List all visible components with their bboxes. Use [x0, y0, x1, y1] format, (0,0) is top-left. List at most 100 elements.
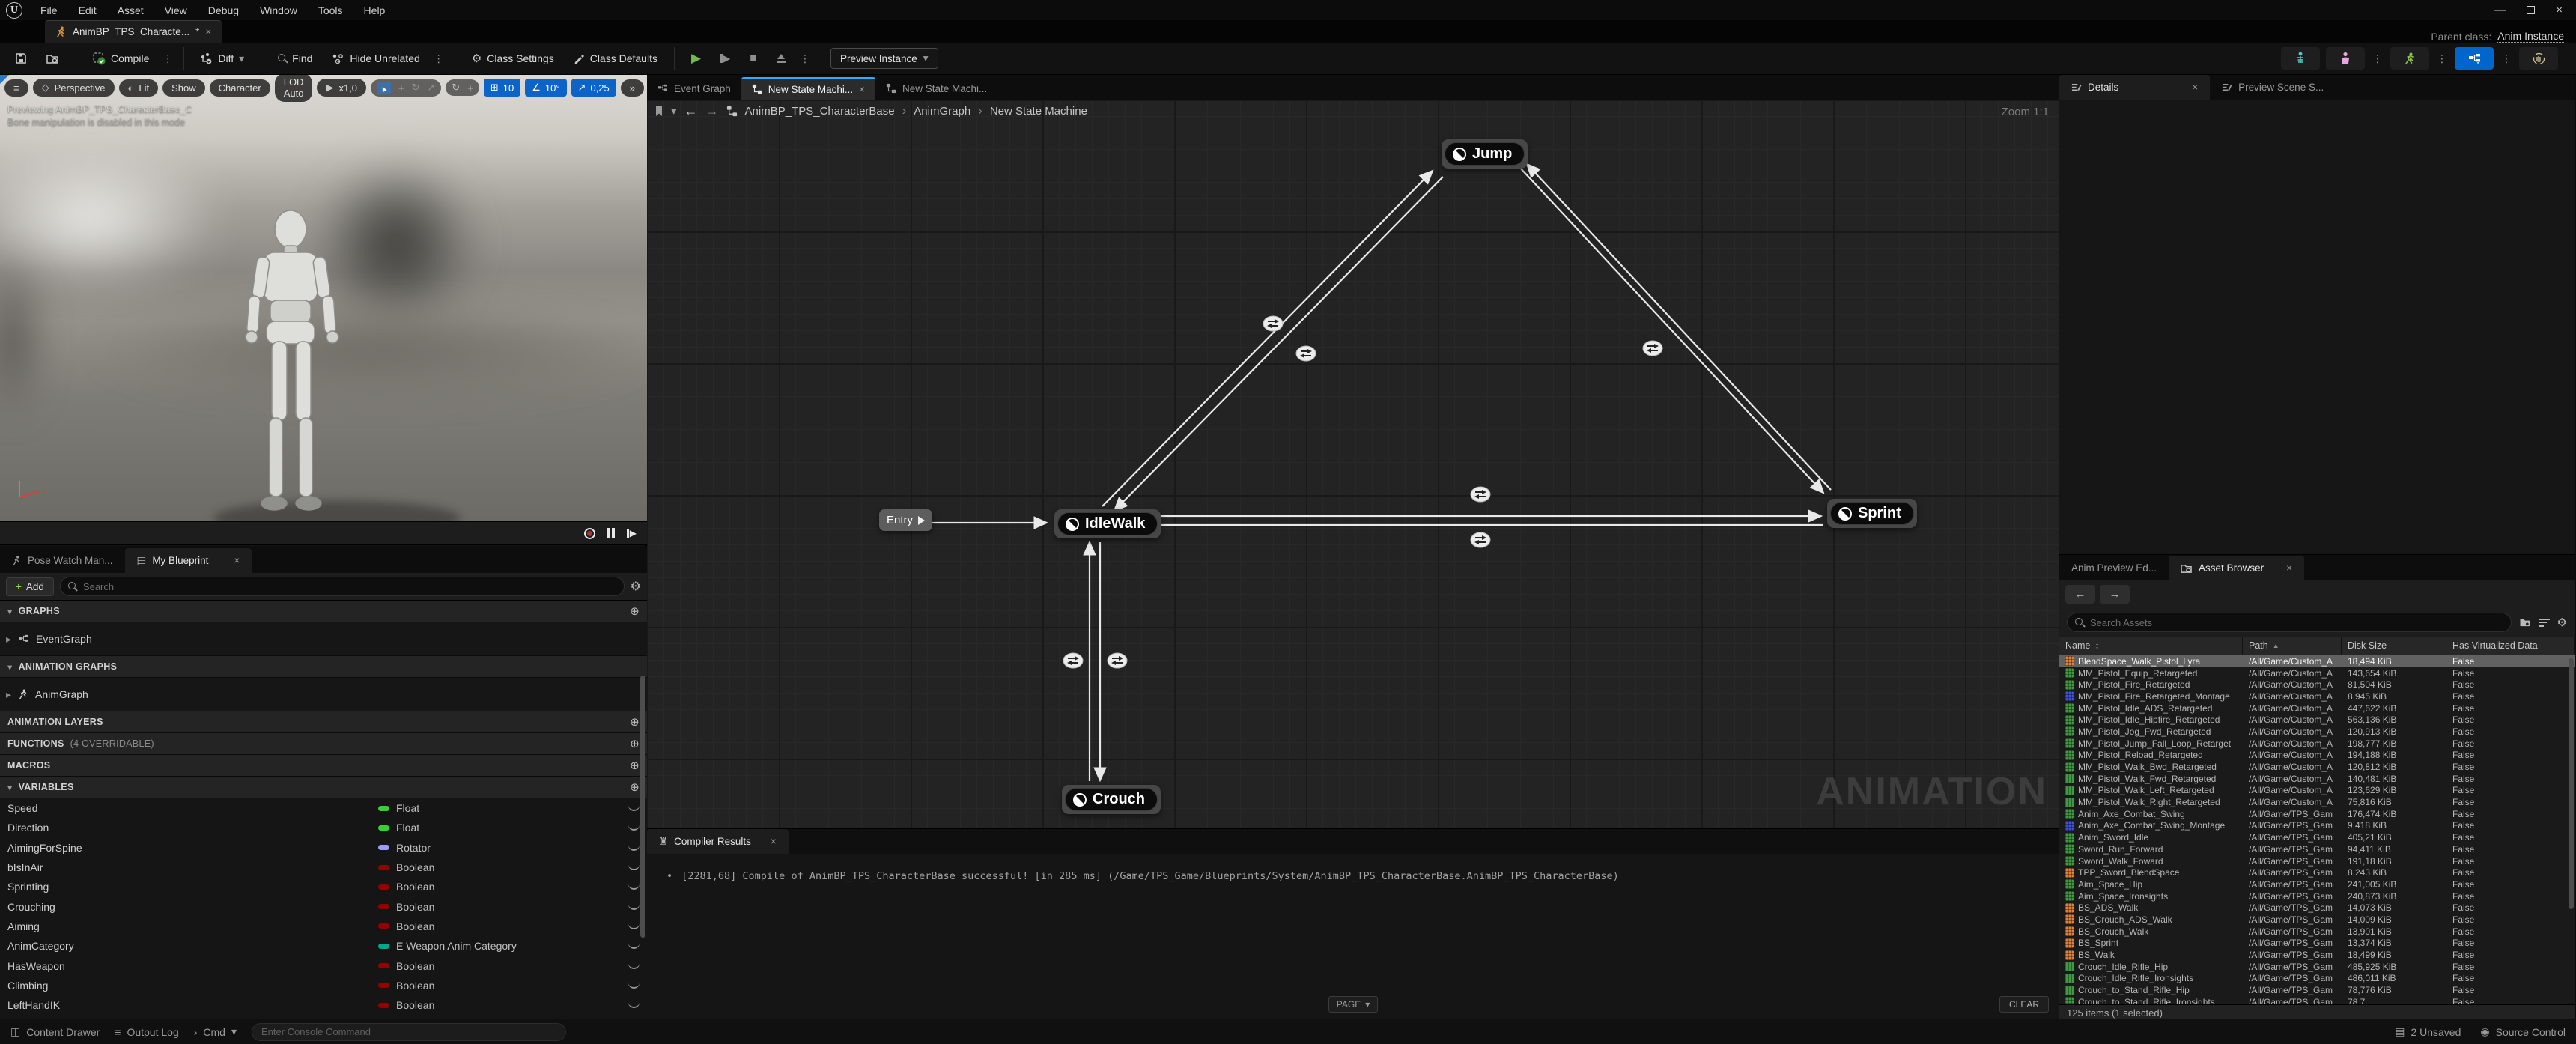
section-variables[interactable]: VARIABLES — [0, 777, 647, 798]
asset-settings-icon[interactable] — [2557, 616, 2567, 629]
expand-icon[interactable] — [6, 633, 11, 646]
output-log-button[interactable]: Output Log — [115, 1026, 178, 1038]
console-command-box[interactable] — [252, 1022, 566, 1041]
close-compiler-results-icon[interactable] — [771, 836, 777, 847]
variable-row[interactable]: Aiming Boolean — [0, 917, 647, 936]
asset-row[interactable]: MM_Pistol_Walk_Right_Retargeted /All/Gam… — [2059, 796, 2575, 808]
rotate-tool-icon[interactable] — [412, 82, 420, 94]
local-space-icon[interactable] — [467, 82, 473, 94]
collapse-icon[interactable] — [7, 782, 13, 793]
section-animation-layers[interactable]: ANIMATION LAYERS — [0, 711, 647, 733]
eye-closed-icon[interactable] — [628, 884, 640, 890]
asset-row[interactable]: Anim_Axe_Combat_Swing /All/Game/TPS_Gam … — [2059, 808, 2575, 820]
expand-icon[interactable] — [6, 688, 11, 701]
tab-compiler-results[interactable]: Compiler Results — [647, 829, 789, 854]
column-header-disk-size[interactable]: Disk Size — [2342, 637, 2446, 655]
preview-viewport[interactable]: Perspective Lit Show Character LOD Auto … — [0, 75, 647, 521]
close-my-blueprint-icon[interactable] — [234, 555, 240, 566]
folder-filter-icon[interactable] — [2519, 617, 2532, 628]
bookmark-caret-icon[interactable] — [671, 104, 677, 118]
cmd-dropdown[interactable]: Cmd — [194, 1025, 237, 1038]
save-button[interactable] — [7, 48, 34, 69]
mesh-editor-button[interactable] — [2326, 47, 2365, 70]
grid-snap-button[interactable]: 10 — [483, 79, 521, 97]
asset-row[interactable]: MM_Pistol_Idle_Hipfire_Retargeted /All/G… — [2059, 714, 2575, 726]
transition-rule-icon[interactable] — [1063, 652, 1084, 669]
state-node-jump[interactable]: Jump — [1442, 139, 1528, 169]
class-settings-button[interactable]: Class Settings — [464, 47, 562, 70]
eject-button[interactable] — [769, 49, 794, 67]
variable-row[interactable]: HasWeapon Boolean — [0, 956, 647, 975]
find-options-icon[interactable] — [432, 49, 446, 68]
rotation-snap-button[interactable]: 10° — [525, 79, 567, 97]
play-options-icon[interactable] — [798, 49, 812, 68]
tab-my-blueprint[interactable]: My Blueprint — [124, 548, 252, 573]
asset-row[interactable]: BlendSpace_Walk_Pistol_Lyra /All/Game/Cu… — [2059, 655, 2575, 667]
source-control-button[interactable]: Source Control — [2480, 1025, 2566, 1038]
menu-item[interactable]: Window — [249, 1, 308, 19]
asset-row[interactable]: MM_Pistol_Idle_ADS_Retargeted /All/Game/… — [2059, 702, 2575, 714]
console-command-input[interactable] — [261, 1026, 556, 1037]
menu-item[interactable]: Tools — [308, 1, 353, 19]
transition-rule-icon[interactable] — [1470, 486, 1491, 503]
eye-closed-icon[interactable] — [628, 864, 640, 871]
eye-closed-icon[interactable] — [628, 904, 640, 910]
variable-row[interactable]: LeftHandIK Boolean — [0, 995, 647, 1015]
state-node-crouch[interactable]: Crouch — [1062, 785, 1161, 814]
variable-row[interactable]: Crouching Boolean — [0, 896, 647, 916]
asset-search-input[interactable] — [2090, 616, 2503, 628]
asset-row[interactable]: MM_Pistol_Fire_Retargeted /All/Game/Cust… — [2059, 679, 2575, 691]
asset-row[interactable]: MM_Pistol_Jog_Fwd_Retargeted /All/Game/C… — [2059, 726, 2575, 738]
record-icon[interactable] — [583, 527, 595, 539]
asset-row[interactable]: MM_Pistol_Jump_Fall_Loop_Retarget /All/G… — [2059, 738, 2575, 750]
select-tool-icon[interactable] — [378, 83, 389, 95]
tab-pose-watch-manager[interactable]: Pose Watch Man... — [0, 548, 125, 573]
asset-row[interactable]: Crouch_to_Stand_Rifle_Hip /All/Game/TPS_… — [2059, 984, 2575, 996]
tab-details[interactable]: Details — [2059, 75, 2211, 100]
asset-row[interactable]: MM_Pistol_Equip_Retargeted /All/Game/Cus… — [2059, 667, 2575, 679]
transition-rule-icon[interactable] — [1263, 315, 1284, 332]
variable-row[interactable]: Direction Float — [0, 818, 647, 837]
state-machine-graph[interactable]: AnimBP_TPS_CharacterBase AnimGraph New S… — [647, 100, 2059, 828]
section-animation-graphs[interactable]: ANIMATION GRAPHS — [0, 656, 647, 678]
compile-options-icon[interactable] — [161, 49, 174, 68]
page-dropdown[interactable]: PAGE — [1328, 996, 1379, 1013]
blueprint-scrollbar[interactable] — [640, 676, 645, 938]
pose-editor-button[interactable] — [2519, 47, 2558, 70]
collapse-icon[interactable] — [7, 661, 13, 673]
breadcrumb-state-machine[interactable]: New State Machine — [990, 105, 1087, 118]
section-functions[interactable]: FUNCTIONS (4 OVERRIDABLE) — [0, 733, 647, 755]
asset-row[interactable]: Aim_Space_Hip /All/Game/TPS_Gam 241,005 … — [2059, 878, 2575, 890]
list-item-animgraph[interactable]: AnimGraph — [0, 678, 647, 711]
play-button[interactable] — [684, 46, 708, 70]
content-drawer-button[interactable]: Content Drawer — [10, 1025, 100, 1038]
asset-row[interactable]: BS_Crouch_Walk /All/Game/TPS_Gam 13,901 … — [2059, 926, 2575, 938]
minimize-button[interactable]: — — [2494, 4, 2506, 16]
blueprint-settings-icon[interactable] — [631, 579, 641, 594]
tab-event-graph[interactable]: Event Graph — [647, 77, 741, 100]
step-forward-icon[interactable] — [626, 528, 637, 538]
add-variable-icon[interactable] — [630, 780, 640, 794]
collapse-icon[interactable] — [7, 606, 13, 617]
step-button[interactable] — [713, 49, 738, 68]
blueprint-editor-button[interactable] — [2455, 47, 2494, 70]
tab-asset-browser[interactable]: Asset Browser — [2169, 556, 2304, 580]
eye-closed-icon[interactable] — [628, 825, 640, 831]
eye-closed-icon[interactable] — [628, 1002, 640, 1009]
asset-row[interactable]: Anim_Sword_Idle /All/Game/TPS_Gam 405,21… — [2059, 831, 2575, 843]
close-tab-icon[interactable] — [205, 26, 211, 37]
add-macro-icon[interactable] — [630, 759, 640, 772]
menu-item[interactable]: Edit — [68, 1, 107, 19]
skeleton-editor-button[interactable] — [2281, 47, 2320, 70]
my-blueprint-search[interactable] — [59, 577, 625, 596]
breadcrumb-root[interactable]: AnimBP_TPS_CharacterBase — [745, 105, 895, 118]
character-dropdown[interactable]: Character — [209, 79, 270, 97]
asset-row[interactable]: BS_Walk /All/Game/TPS_Gam 18,499 KiB Fal… — [2059, 949, 2575, 961]
eye-closed-icon[interactable] — [628, 923, 640, 929]
transition-rule-icon[interactable] — [1470, 532, 1491, 548]
compiler-message-row[interactable]: [2281,68] Compile of AnimBP_TPS_Characte… — [647, 854, 2059, 882]
transition-rule-icon[interactable] — [1107, 652, 1128, 669]
tab-new-state-machine-2[interactable]: New State Machi... — [875, 77, 997, 100]
mesh-options-icon[interactable] — [2371, 49, 2384, 68]
blueprint-options-icon[interactable] — [2500, 49, 2513, 68]
